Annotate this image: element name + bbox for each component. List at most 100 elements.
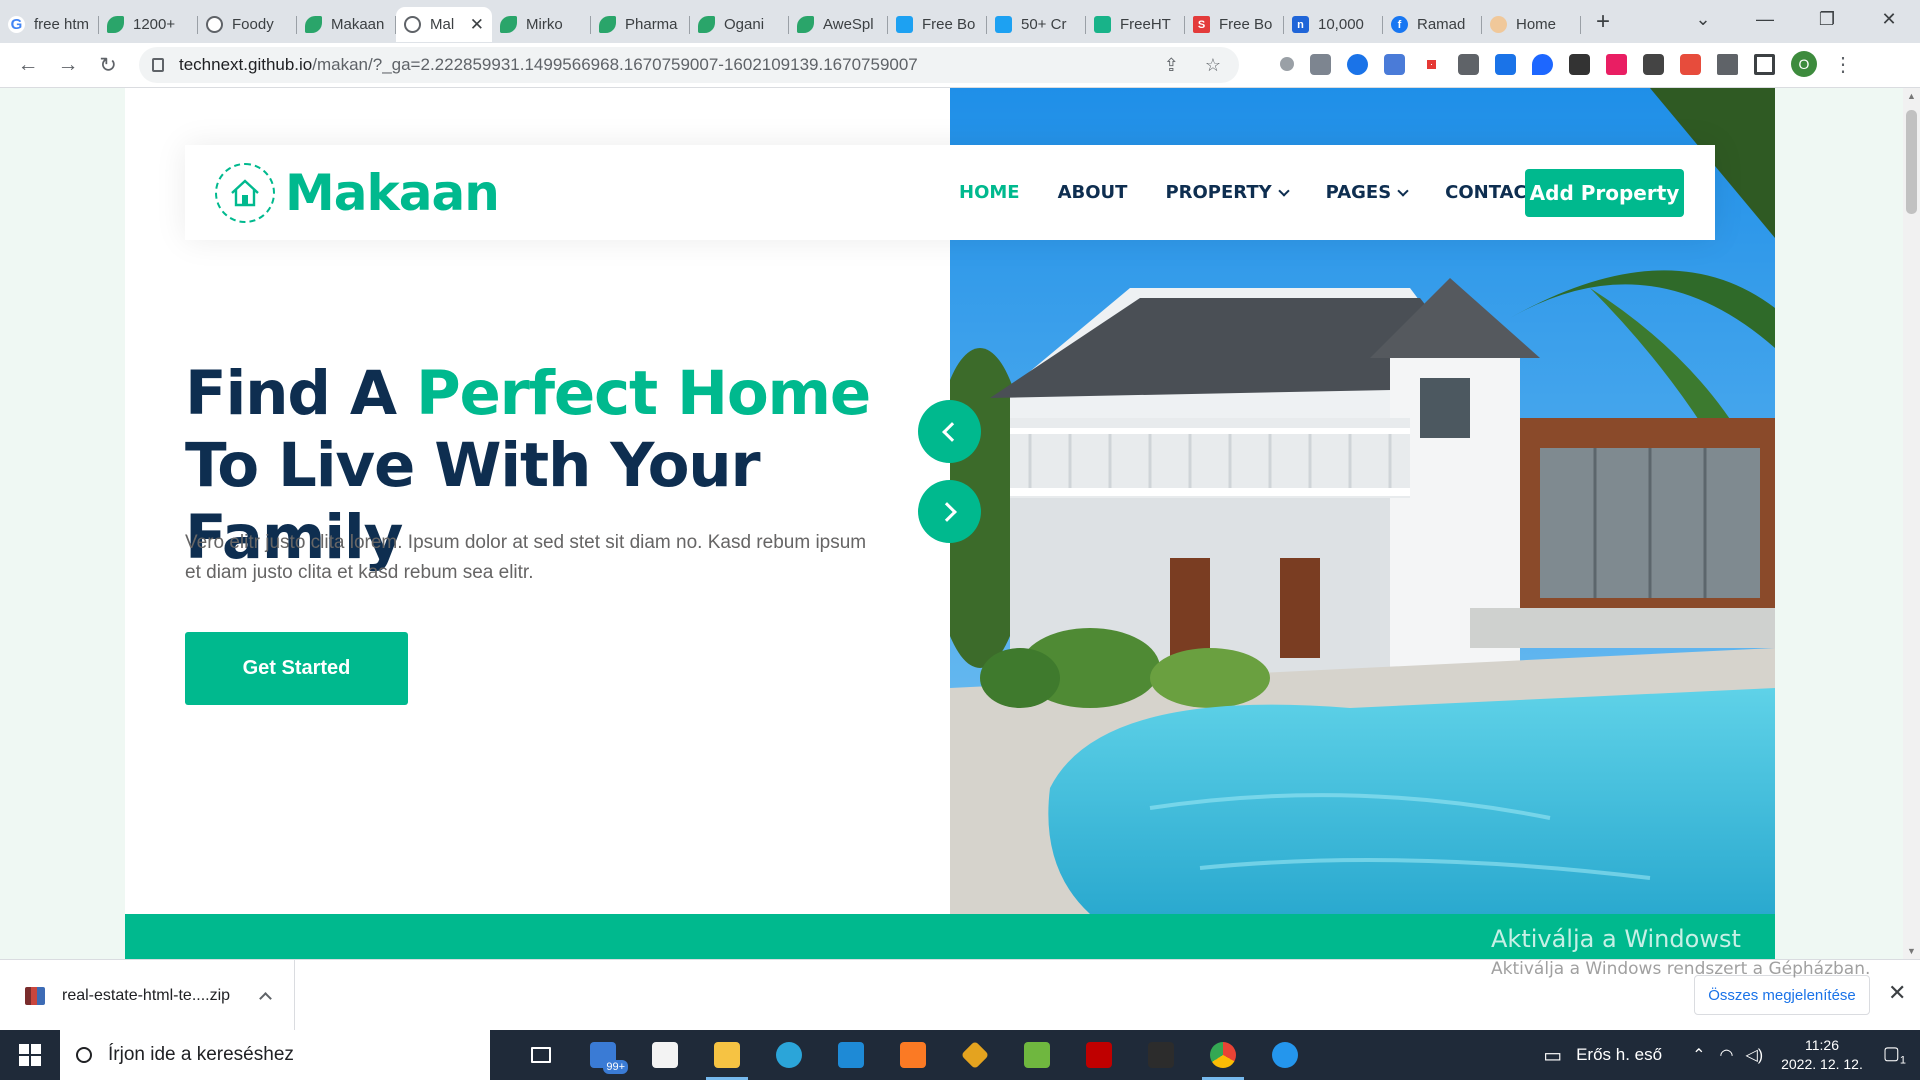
carousel-prev-button[interactable]: [918, 400, 981, 463]
translate-extension-icon[interactable]: [1384, 53, 1405, 75]
vscode-icon[interactable]: [820, 1030, 882, 1080]
zip-file-icon: [25, 986, 45, 1005]
windows-logo-icon: [19, 1044, 41, 1066]
clock[interactable]: 11:26 2022. 12. 12.: [1781, 1036, 1863, 1074]
scroll-up-icon[interactable]: ▲: [1907, 91, 1916, 101]
browser-tab[interactable]: Makaan: [297, 7, 396, 42]
download-arrow-icon[interactable]: [1569, 53, 1590, 75]
play-extension-icon[interactable]: [1606, 53, 1627, 75]
browser-tab[interactable]: Ogani: [690, 7, 789, 42]
notification-icon[interactable]: ▢1: [1883, 1043, 1906, 1067]
restore-button[interactable]: ❐: [1796, 0, 1858, 40]
reload-button[interactable]: ↻: [88, 53, 128, 78]
browser-tab[interactable]: Mal ✕: [396, 7, 492, 42]
extension-icon[interactable]: [1532, 53, 1553, 75]
browser-tab[interactable]: Mirko: [492, 7, 591, 42]
terminal-app-icon[interactable]: [1130, 1030, 1192, 1080]
filezilla-icon[interactable]: [1068, 1030, 1130, 1080]
profile-avatar[interactable]: O: [1791, 51, 1817, 77]
browser-menu-icon[interactable]: ⋮: [1833, 52, 1853, 77]
extension-icon[interactable]: [1310, 53, 1331, 75]
minimize-button[interactable]: —: [1734, 0, 1796, 40]
browser-tab[interactable]: f Ramad: [1383, 7, 1482, 42]
notepad-app-icon[interactable]: [1006, 1030, 1068, 1080]
url-host: technext.github.io: [179, 55, 313, 74]
side-panel-icon[interactable]: [1754, 53, 1775, 75]
browser-tab[interactable]: Foody: [198, 7, 297, 42]
browser-tab[interactable]: 50+ Cr: [987, 7, 1086, 42]
brand-logo[interactable]: Makaan: [215, 162, 500, 223]
add-property-button[interactable]: Add Property: [1525, 169, 1684, 217]
tab-title: Mirko: [526, 16, 563, 33]
taskbar-search[interactable]: Írjon ide a kereséshez: [60, 1030, 490, 1080]
puzzle-extensions-icon[interactable]: [1717, 53, 1738, 75]
volume-icon[interactable]: ◁): [1745, 1045, 1763, 1065]
start-button[interactable]: [0, 1030, 60, 1080]
chevron-up-icon[interactable]: [259, 991, 272, 1005]
xampp-icon[interactable]: [882, 1030, 944, 1080]
forward-button[interactable]: →: [48, 53, 88, 77]
close-download-bar-icon[interactable]: ✕: [1888, 980, 1906, 1006]
globe-icon: [404, 16, 421, 33]
docker-icon[interactable]: [1254, 1030, 1316, 1080]
download-extension-icon[interactable]: [1495, 53, 1516, 75]
page-scrollbar[interactable]: ▲ ▼: [1903, 88, 1920, 959]
hero-title-highlight: Perfect Home: [415, 358, 871, 429]
windows-taskbar: Írjon ide a kereséshez 99+ ▭ Erős h. eső…: [0, 1030, 1920, 1080]
green-flag-icon: [1094, 16, 1111, 33]
bookmark-star-icon[interactable]: ☆: [1205, 55, 1221, 76]
nav-about[interactable]: ABOUT: [1058, 182, 1128, 203]
tab-search-icon[interactable]: ⌄: [1672, 0, 1734, 40]
browser-tab[interactable]: AweSpl: [789, 7, 888, 42]
page-container: Makaan HOME ABOUT PROPERTY PAGES CONTACT…: [125, 88, 1775, 959]
weather-icon[interactable]: ▭: [1543, 1043, 1562, 1068]
close-tab-icon[interactable]: ✕: [470, 15, 484, 35]
scroll-down-icon[interactable]: ▼: [1907, 946, 1916, 956]
chevron-down-icon: [1397, 184, 1409, 197]
get-started-button[interactable]: Get Started: [185, 632, 408, 705]
new-tab-button[interactable]: +: [1596, 8, 1610, 36]
extension-icon[interactable]: [1458, 53, 1479, 75]
browser-tab[interactable]: 1200+: [99, 7, 198, 42]
task-view-icon[interactable]: [510, 1030, 572, 1080]
back-button[interactable]: ←: [8, 53, 48, 77]
chevron-up-tray-icon[interactable]: ⌃: [1692, 1045, 1705, 1065]
browser-tab[interactable]: Pharma: [591, 7, 690, 42]
git-app-icon[interactable]: [944, 1030, 1006, 1080]
show-all-downloads-button[interactable]: Összes megjelenítése: [1694, 975, 1870, 1015]
nav-pages[interactable]: PAGES: [1326, 182, 1409, 203]
browser-tab[interactable]: Home: [1482, 7, 1581, 42]
extension-icon[interactable]: [1643, 53, 1664, 75]
weather-text[interactable]: Erős h. eső: [1576, 1045, 1662, 1065]
file-explorer-icon[interactable]: [696, 1030, 758, 1080]
tab-title: Home: [1516, 16, 1557, 33]
browser-tab[interactable]: Free Bo: [888, 7, 987, 42]
nav-home[interactable]: HOME: [959, 182, 1020, 203]
scroll-thumb[interactable]: [1906, 110, 1917, 214]
address-bar[interactable]: technext.github.io/makan/?_ga=2.22285993…: [139, 47, 1239, 83]
wifi-icon[interactable]: ◠: [1720, 1045, 1734, 1065]
record-extension-icon[interactable]: [1421, 53, 1442, 75]
tab-title: Makaan: [331, 16, 385, 33]
browser-tab[interactable]: S Free Bo: [1185, 7, 1284, 42]
download-filename: real-estate-html-te....zip: [62, 986, 231, 1004]
tab-title: 1200+: [133, 16, 176, 33]
eyedropper-extension-icon[interactable]: [1280, 57, 1294, 71]
edge-browser-icon[interactable]: [758, 1030, 820, 1080]
carousel-next-button[interactable]: [918, 480, 981, 543]
share-icon[interactable]: ⇪: [1164, 55, 1179, 76]
chrome-icon[interactable]: [1192, 1030, 1254, 1080]
download-item[interactable]: real-estate-html-te....zip: [0, 960, 295, 1031]
url-path: /makan/?_ga=2.222859931.1499566968.16707…: [312, 55, 918, 74]
browser-tab[interactable]: n 10,000: [1284, 7, 1383, 42]
nav-property[interactable]: PROPERTY: [1165, 182, 1290, 203]
leaf-icon: [599, 16, 616, 33]
chevron-right-icon: [937, 501, 957, 522]
close-window-button[interactable]: ✕: [1858, 0, 1920, 40]
extension-icon[interactable]: [1347, 53, 1368, 75]
store-app-icon[interactable]: [634, 1030, 696, 1080]
browser-tab[interactable]: Gfree htm: [0, 7, 99, 42]
mail-app-icon[interactable]: 99+: [572, 1030, 634, 1080]
extension-icon[interactable]: [1680, 53, 1701, 75]
browser-tab[interactable]: FreeHT: [1086, 7, 1185, 42]
